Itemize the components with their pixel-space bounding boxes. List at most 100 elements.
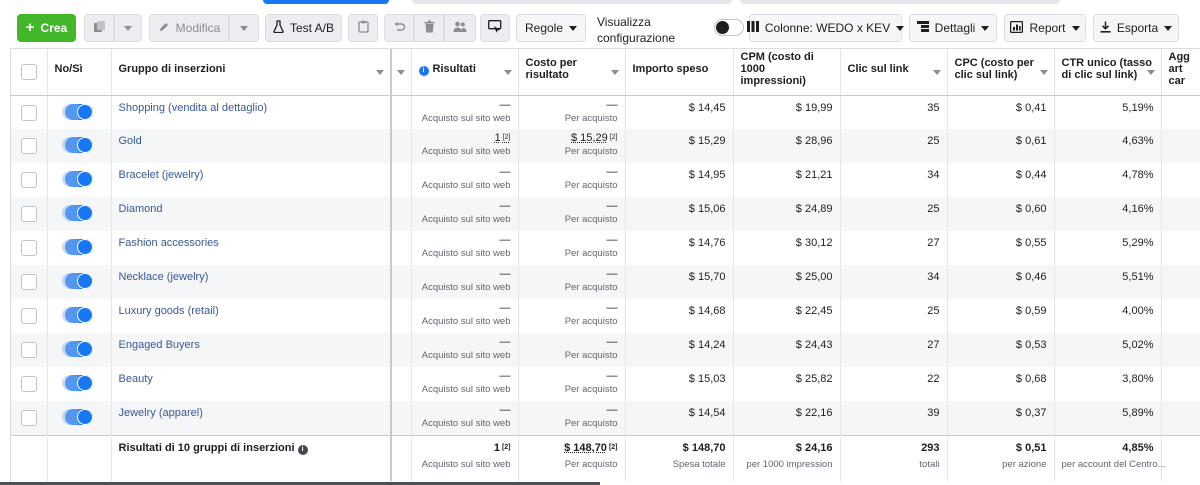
column-header-spend[interactable]: Importo speso bbox=[625, 49, 734, 96]
row-checkbox[interactable] bbox=[20, 206, 37, 222]
cost-value: $ 15,29 bbox=[571, 132, 608, 144]
duplicate-dropdown-button[interactable] bbox=[114, 14, 142, 42]
adset-name-link[interactable]: Beauty bbox=[119, 373, 384, 385]
row-toggle-cell bbox=[47, 129, 112, 163]
row-select-cell bbox=[11, 367, 48, 401]
column-header-ctr[interactable]: CTR unico (tasso di clic sul link) bbox=[1054, 49, 1162, 96]
adset-name-cell: Beauty bbox=[111, 367, 392, 401]
cost-sub: Per acquisto bbox=[564, 112, 618, 124]
cpm-cell: $ 22,16 bbox=[733, 401, 841, 435]
adset-on-off-toggle[interactable] bbox=[62, 341, 93, 357]
column-header-onoff[interactable]: No/Sì bbox=[47, 49, 112, 96]
column-header-cost-per-result[interactable]: Costo per risultato bbox=[518, 49, 626, 96]
preview-button[interactable] bbox=[480, 14, 510, 42]
info-icon[interactable]: i bbox=[418, 66, 429, 76]
row-checkbox[interactable] bbox=[20, 376, 37, 392]
totals-results-value: 1 bbox=[493, 441, 500, 454]
row-checkbox[interactable] bbox=[20, 308, 37, 324]
column-header-adset[interactable]: Gruppo di inserzioni bbox=[111, 49, 392, 96]
table-row[interactable]: Shopping (vendita al dettaglio) — Acquist… bbox=[11, 95, 1200, 129]
adset-name-link[interactable]: Bracelet (jewelry) bbox=[119, 169, 384, 181]
duplicate-button[interactable] bbox=[84, 14, 114, 42]
sort-icon[interactable] bbox=[1146, 70, 1155, 75]
row-checkbox[interactable] bbox=[20, 274, 37, 290]
table-row[interactable]: Diamond — Acquisto sul sito web — Per acqu… bbox=[11, 197, 1200, 231]
adset-on-off-toggle[interactable] bbox=[62, 375, 93, 391]
adset-name-link[interactable]: Gold bbox=[119, 135, 384, 147]
adset-name-link[interactable]: Necklace (jewelry) bbox=[119, 271, 384, 283]
adset-on-off-toggle[interactable] bbox=[62, 137, 93, 153]
column-header-results[interactable]: i Risultati bbox=[411, 49, 519, 96]
select-all-checkbox[interactable] bbox=[20, 64, 37, 80]
sort-icon[interactable] bbox=[1039, 70, 1048, 75]
adset-on-off-toggle[interactable] bbox=[62, 103, 93, 120]
adset-name-link[interactable]: Engaged Buyers bbox=[119, 339, 384, 351]
adset-on-off-toggle[interactable] bbox=[62, 171, 93, 187]
adset-on-off-toggle[interactable] bbox=[62, 307, 93, 323]
column-header-cpc[interactable]: CPC (costo per clic sul link) bbox=[947, 49, 1055, 96]
table-row[interactable]: Luxury goods (retail) — Acquisto sul sito… bbox=[11, 299, 1200, 333]
totals-cpc-sub: per azione bbox=[1002, 458, 1047, 470]
adset-on-off-toggle[interactable] bbox=[62, 239, 93, 255]
adset-name-link[interactable]: Luxury goods (retail) bbox=[119, 305, 384, 317]
ab-test-button[interactable]: Test A/B bbox=[265, 14, 342, 42]
rules-button[interactable]: Regole bbox=[516, 14, 586, 42]
details-button[interactable]: Dettagli bbox=[909, 14, 997, 42]
clipboard-button[interactable] bbox=[348, 14, 378, 42]
clicks-value: 25 bbox=[927, 135, 940, 147]
table-row[interactable]: Engaged Buyers — Acquisto sul sito web — P… bbox=[11, 333, 1200, 367]
table-row[interactable]: Fashion accessories — Acquisto sul sito w… bbox=[11, 231, 1200, 265]
row-select-cell bbox=[11, 401, 48, 435]
export-button[interactable]: Esporta bbox=[1093, 14, 1179, 42]
sort-icon[interactable] bbox=[396, 70, 405, 75]
sort-icon[interactable] bbox=[503, 70, 512, 75]
delete-button[interactable] bbox=[414, 14, 444, 42]
footnote: [2] bbox=[609, 134, 618, 141]
table-row[interactable]: Beauty — Acquisto sul sito web — Per acqui… bbox=[11, 367, 1200, 401]
row-checkbox[interactable] bbox=[20, 240, 37, 256]
clicks-value: 34 bbox=[927, 169, 940, 181]
sort-icon[interactable] bbox=[932, 70, 941, 75]
create-button[interactable]: + Crea bbox=[17, 14, 76, 42]
row-checkbox[interactable] bbox=[20, 410, 37, 426]
adset-name-cell: Jewelry (apparel) bbox=[111, 401, 392, 435]
table-row[interactable]: Necklace (jewelry) — Acquisto sul sito we… bbox=[11, 265, 1200, 299]
adset-on-off-toggle[interactable] bbox=[62, 273, 93, 289]
clicks-cell: 22 bbox=[840, 367, 948, 401]
cost-value: — bbox=[606, 302, 618, 314]
row-checkbox[interactable] bbox=[20, 172, 37, 188]
info-icon[interactable]: i bbox=[297, 444, 308, 455]
audience-button[interactable] bbox=[444, 14, 476, 42]
sort-icon[interactable] bbox=[376, 70, 384, 75]
header-label: Costo per risultato bbox=[525, 57, 577, 81]
row-checkbox[interactable] bbox=[20, 104, 37, 121]
results-value-wrap: — bbox=[500, 200, 511, 212]
row-checkbox[interactable] bbox=[20, 342, 37, 358]
row-checkbox[interactable] bbox=[20, 138, 37, 154]
report-button[interactable]: Report bbox=[1004, 14, 1086, 42]
columns-button[interactable]: Colonne: WEDO x KEV bbox=[746, 14, 905, 42]
column-header-spacer bbox=[391, 49, 412, 96]
column-header-cpm[interactable]: CPM (costo di 1000 impressioni) bbox=[733, 49, 841, 96]
totals-cpc: $ 0,51 per azione bbox=[947, 434, 1055, 481]
adset-name-link[interactable]: Diamond bbox=[119, 203, 384, 215]
column-header-next[interactable]: Agg art car bbox=[1161, 49, 1200, 96]
adset-on-off-toggle[interactable] bbox=[62, 409, 93, 425]
cost-value: — bbox=[606, 268, 618, 280]
sort-icon[interactable] bbox=[610, 70, 619, 75]
table-row[interactable]: Jewelry (apparel) — Acquisto sul sito web… bbox=[11, 401, 1200, 435]
table-row[interactable]: Gold 1 [2] Acquisto sul sito web $ 15,29 [2… bbox=[11, 129, 1200, 163]
details-label: Dettagli bbox=[934, 21, 976, 35]
results-sub: Acquisto sul sito web bbox=[421, 282, 511, 293]
adset-name-link[interactable]: Jewelry (apparel) bbox=[119, 407, 384, 419]
select-all-cell bbox=[11, 49, 48, 96]
edit-dropdown-button[interactable] bbox=[229, 14, 259, 42]
view-configuration-toggle[interactable] bbox=[714, 19, 744, 36]
adset-on-off-toggle[interactable] bbox=[62, 205, 93, 221]
table-row[interactable]: Bracelet (jewelry) — Acquisto sul sito we… bbox=[11, 163, 1200, 197]
adset-name-link[interactable]: Shopping (vendita al dettaglio) bbox=[119, 102, 384, 114]
edit-button[interactable]: Modifica bbox=[149, 14, 229, 42]
column-header-link-clicks[interactable]: Clic sul link bbox=[840, 49, 948, 96]
adset-name-link[interactable]: Fashion accessories bbox=[119, 237, 384, 249]
undo-button[interactable] bbox=[384, 14, 414, 42]
